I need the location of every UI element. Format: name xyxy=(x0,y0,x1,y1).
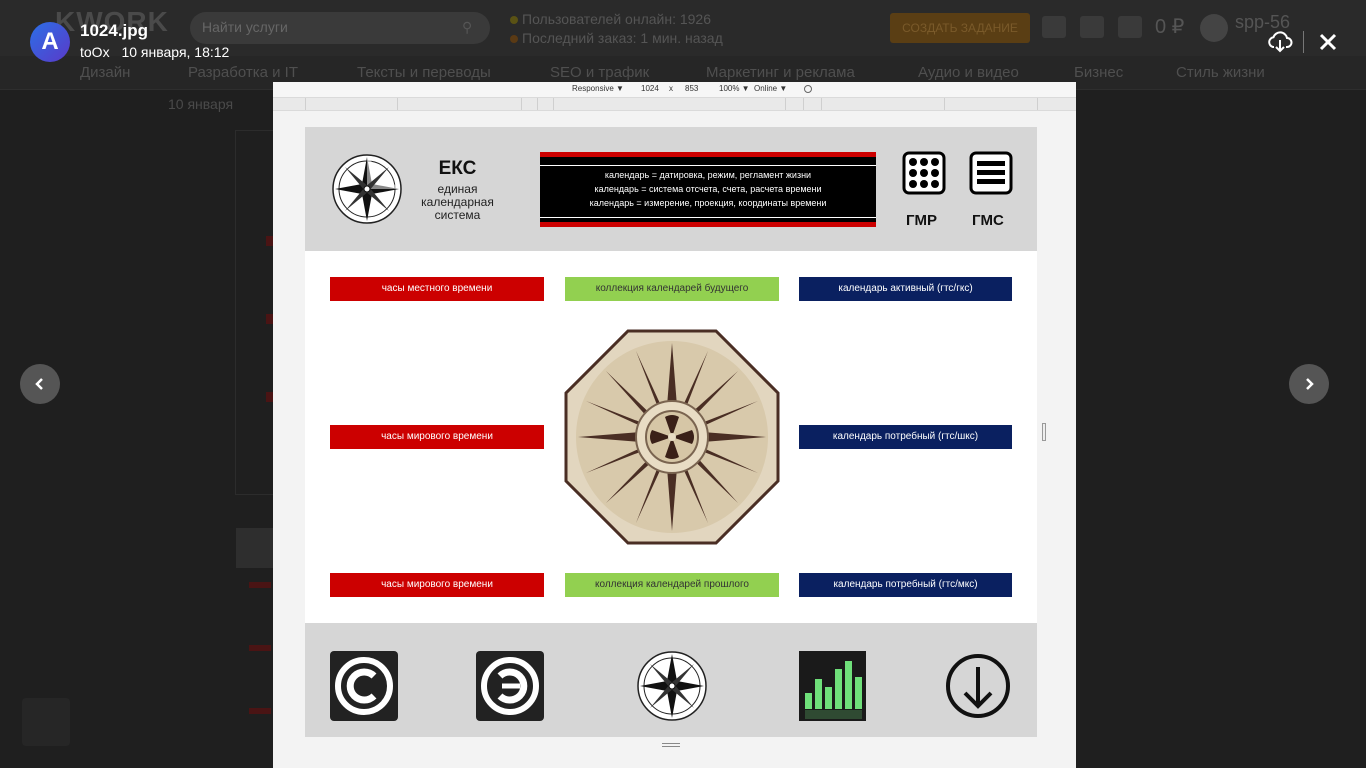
background-search-input: Найти услуги ⚲ xyxy=(190,12,490,44)
definition-line: календарь = измерение, проекция, координ… xyxy=(589,198,827,208)
octagon-compass-emblem xyxy=(564,329,780,545)
tag-past-collection: коллекция календарей прошлого xyxy=(565,573,779,597)
background-search-placeholder: Найти услуги xyxy=(202,19,288,35)
rotate-icon xyxy=(804,85,812,93)
toolbar-divider xyxy=(1303,31,1304,53)
download-arrow-circle-icon xyxy=(946,654,1010,718)
poster-footer xyxy=(305,623,1037,737)
tag-consumer-calendar-shks: календарь потребный (гтс/шкс) xyxy=(799,425,1012,449)
tag-world-clock: часы мирового времени xyxy=(330,573,544,597)
compass-rose-icon xyxy=(637,651,707,721)
nav-item: Бизнес xyxy=(1074,64,1124,81)
file-meta: toOx 10 января, 18:12 xyxy=(80,44,229,60)
gmr-label: ГМР xyxy=(906,212,938,229)
file-author: toOx xyxy=(80,44,110,60)
devtools-resize-handle xyxy=(1042,423,1046,441)
background-stats: Пользователей онлайн: 1926 Последний зак… xyxy=(510,10,723,48)
background-mark xyxy=(249,708,271,714)
app-logo: A xyxy=(30,22,70,62)
network-select: Online ▼ xyxy=(754,84,788,93)
dice-icon xyxy=(902,151,946,195)
chevron-left-icon xyxy=(35,378,43,390)
nav-item: SEO и трафик xyxy=(550,64,650,81)
tag-active-calendar: календарь активный (гтс/гкс) xyxy=(799,277,1012,301)
tag-future-collection: коллекция календарей будущего xyxy=(565,277,779,301)
nav-item: Разработка и IT xyxy=(188,64,298,81)
chat-icon xyxy=(1080,16,1104,38)
devtools-resize-handle xyxy=(662,743,680,747)
definitions-box: календарь = датировка, режим, регламент … xyxy=(540,152,876,227)
definition-line: календарь = датировка, режим, регламент … xyxy=(604,170,812,180)
zoom-select: 100% ▼ xyxy=(719,84,750,93)
viewport-height: 853 xyxy=(685,84,699,93)
equalizer-bars-icon xyxy=(799,651,866,721)
search-icon: ⚲ xyxy=(462,19,473,35)
background-thumbnail xyxy=(236,528,276,568)
poster-subtitle: единая календарная система xyxy=(421,182,494,222)
background-create-task-button: СОЗДАТЬ ЗАДАНИЕ xyxy=(890,13,1030,43)
poster-header: ЕКС единая календарная система календарь… xyxy=(305,127,1037,251)
tag-local-clock: часы местного времени xyxy=(330,277,544,301)
last-order-text: Последний заказ: 1 мин. назад xyxy=(522,30,723,46)
tag-world-clock: часы мирового времени xyxy=(330,425,544,449)
online-users-text: Пользователей онлайн: 1926 xyxy=(522,11,711,27)
copyleft-icon xyxy=(476,651,544,721)
nav-item: Дизайн xyxy=(80,64,131,81)
close-button[interactable] xyxy=(1314,28,1342,56)
download-icon xyxy=(1268,31,1293,53)
close-icon xyxy=(1319,33,1337,51)
viewport-x: x xyxy=(669,84,673,93)
menu-lines-icon xyxy=(969,151,1013,195)
tag-consumer-calendar-mks: календарь потребный (гтс/мкс) xyxy=(799,573,1012,597)
previous-image-button[interactable] xyxy=(20,364,60,404)
compass-rose-icon xyxy=(332,154,402,224)
background-balance: 0 ₽ xyxy=(1155,16,1185,38)
background-date: 10 января xyxy=(168,96,234,112)
gms-label: ГМС xyxy=(972,212,1004,229)
download-button[interactable] xyxy=(1266,28,1294,56)
definition-line: календарь = система отсчета, счета, расч… xyxy=(594,184,822,194)
copyright-icon xyxy=(330,651,398,721)
chevron-right-icon xyxy=(1306,378,1314,390)
preview-image: Responsive ▼ 1024 x 853 100% ▼ Online ▼ … xyxy=(273,82,1076,768)
nav-item: Аудио и видео xyxy=(918,64,1019,81)
poster-title: ЕКС xyxy=(438,158,477,179)
device-select: Responsive ▼ xyxy=(572,84,624,93)
avatar xyxy=(1200,14,1228,42)
devtools-ruler xyxy=(273,97,1076,111)
file-name: 1024.jpg xyxy=(80,21,149,40)
megaphone-icon xyxy=(1118,16,1142,38)
nav-item: Тексты и переводы xyxy=(357,64,491,81)
devtools-toolbar: Responsive ▼ 1024 x 853 100% ▼ Online ▼ xyxy=(273,82,1076,97)
file-timestamp: 10 января, 18:12 xyxy=(121,44,230,60)
nav-item: Стиль жизни xyxy=(1176,64,1265,81)
background-mark xyxy=(249,645,271,651)
viewport-width: 1024 xyxy=(641,84,659,93)
scroll-top-button xyxy=(22,698,70,746)
cart-icon xyxy=(1042,16,1066,38)
background-mark xyxy=(249,582,271,588)
next-image-button[interactable] xyxy=(1289,364,1329,404)
nav-item: Маркетинг и реклама xyxy=(706,64,855,81)
background-panel xyxy=(235,130,275,495)
calendar-poster: ЕКС единая календарная система календарь… xyxy=(305,127,1037,737)
